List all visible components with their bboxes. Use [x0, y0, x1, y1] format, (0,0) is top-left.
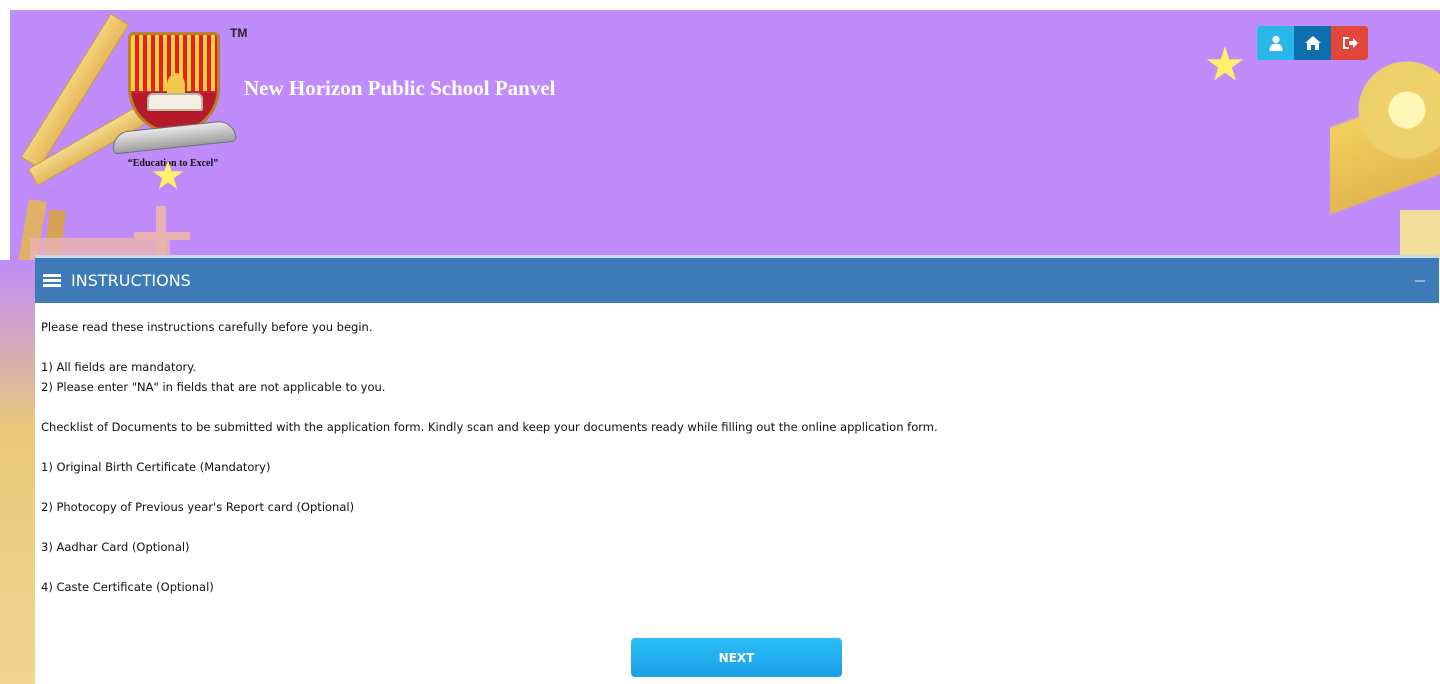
school-title: New Horizon Public School Panvel	[244, 76, 556, 100]
panel-header: INSTRUCTIONS	[35, 258, 1439, 303]
profile-button[interactable]	[1257, 26, 1294, 60]
cross-decoration	[134, 232, 190, 240]
logo-motto: “Education to Excel”	[127, 158, 219, 169]
sign-out-icon	[1342, 37, 1358, 49]
header-actions	[1257, 26, 1368, 60]
rule-item: 1) All fields are mandatory.	[41, 360, 197, 374]
home-icon	[1304, 36, 1321, 50]
user-icon	[1269, 35, 1282, 51]
star-decoration	[1206, 46, 1244, 81]
intro-text: Please read these instructions carefully…	[41, 320, 373, 334]
document-item: 4) Caste Certificate (Optional)	[41, 580, 214, 594]
menu-icon	[43, 273, 61, 288]
next-button[interactable]: NEXT	[631, 638, 842, 677]
school-logo: TM “Education to Excel”	[102, 26, 247, 186]
panel-title: INSTRUCTIONS	[71, 271, 191, 290]
paper-decoration	[1400, 210, 1440, 260]
document-item: 3) Aadhar Card (Optional)	[41, 540, 190, 554]
rule-item: 2) Please enter "NA" in fields that are …	[41, 380, 386, 394]
instructions-panel: INSTRUCTIONS Please read these instructi…	[35, 255, 1439, 684]
checklist-intro: Checklist of Documents to be submitted w…	[41, 420, 938, 434]
document-item: 1) Original Birth Certificate (Mandatory…	[41, 460, 271, 474]
collapse-icon[interactable]	[1415, 280, 1425, 282]
document-item: 2) Photocopy of Previous year's Report c…	[41, 500, 355, 514]
logo-trademark: TM	[230, 26, 248, 40]
page-header: TM “Education to Excel” New Horizon Publ…	[10, 10, 1440, 260]
panel-body: Please read these instructions carefully…	[35, 303, 1439, 597]
logo-shield	[128, 32, 220, 134]
side-decoration	[0, 260, 35, 684]
home-button[interactable]	[1294, 26, 1331, 60]
logout-button[interactable]	[1331, 26, 1368, 60]
